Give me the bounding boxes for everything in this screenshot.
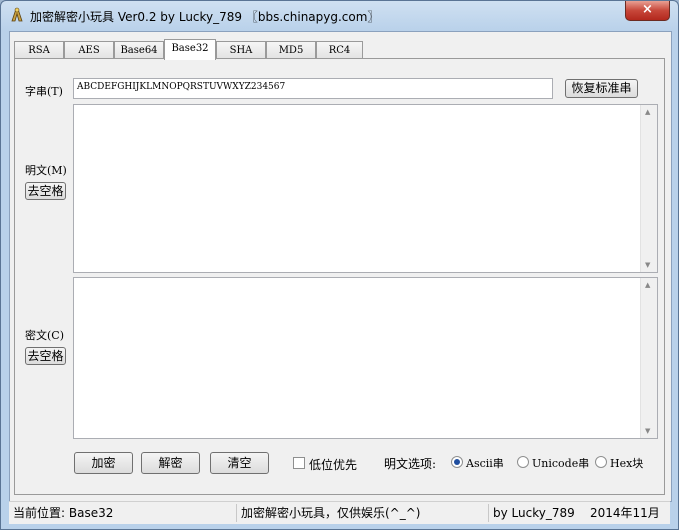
scroll-down-icon[interactable]: ▼ bbox=[645, 427, 650, 435]
plain-options-label: 明文选项: bbox=[384, 457, 437, 471]
ciphertext-textarea[interactable]: ▲ ▼ bbox=[73, 277, 658, 439]
scroll-up-icon[interactable]: ▲ bbox=[645, 108, 650, 116]
plaintext-scrollbar[interactable]: ▲ ▼ bbox=[640, 105, 657, 272]
ciphertext-strip-spaces-button[interactable]: 去空格 bbox=[25, 347, 66, 365]
client-area: RSA AES Base64 Base32 SHA MD5 RC4 字串(T) … bbox=[9, 31, 672, 502]
hex-radio-label[interactable]: Hex块 bbox=[610, 455, 643, 471]
tab-label: Base64 bbox=[120, 45, 158, 56]
tab-aes[interactable]: AES bbox=[64, 41, 114, 59]
base32-panel: 字串(T) ABCDEFGHIJKLMNOPQRSTUVWXYZ234567 恢… bbox=[14, 58, 665, 495]
status-location: 当前位置: Base32 bbox=[9, 504, 237, 522]
tab-base32[interactable]: Base32 bbox=[164, 39, 216, 60]
radio-selected-dot bbox=[454, 459, 460, 465]
encrypt-button[interactable]: 加密 bbox=[74, 452, 133, 474]
tab-label: SHA bbox=[229, 45, 253, 56]
ascii-radio[interactable] bbox=[451, 456, 463, 468]
tab-md5[interactable]: MD5 bbox=[266, 41, 316, 59]
close-icon: × bbox=[642, 2, 653, 17]
ciphertext-scrollbar[interactable]: ▲ ▼ bbox=[640, 278, 657, 438]
restore-standard-button[interactable]: 恢复标准串 bbox=[565, 79, 638, 98]
tab-label: MD5 bbox=[278, 45, 304, 56]
tab-rsa[interactable]: RSA bbox=[14, 41, 64, 59]
clear-button[interactable]: 清空 bbox=[210, 452, 269, 474]
scroll-down-icon[interactable]: ▼ bbox=[645, 261, 650, 269]
decrypt-button[interactable]: 解密 bbox=[141, 452, 200, 474]
low-bit-first-checkbox[interactable] bbox=[293, 457, 305, 469]
ascii-radio-label[interactable]: Ascii串 bbox=[466, 455, 504, 471]
scroll-up-icon[interactable]: ▲ bbox=[645, 281, 650, 289]
charset-value: ABCDEFGHIJKLMNOPQRSTUVWXYZ234567 bbox=[77, 82, 286, 92]
tab-label: RSA bbox=[28, 45, 50, 56]
unicode-radio[interactable] bbox=[517, 456, 529, 468]
charset-input[interactable]: ABCDEFGHIJKLMNOPQRSTUVWXYZ234567 bbox=[73, 78, 553, 99]
tab-label: RC4 bbox=[328, 45, 351, 56]
title-bar[interactable]: 加密解密小玩具 Ver0.2 by Lucky_789 〖bbs.chinapy… bbox=[1, 1, 678, 31]
plaintext-strip-spaces-button[interactable]: 去空格 bbox=[25, 182, 66, 200]
close-button[interactable]: × bbox=[625, 1, 670, 21]
status-message: 加密解密小玩具，仅供娱乐(^_^) bbox=[237, 504, 489, 522]
app-window: 加密解密小玩具 Ver0.2 by Lucky_789 〖bbs.chinapy… bbox=[0, 0, 679, 530]
plaintext-textarea[interactable]: ▲ ▼ bbox=[73, 104, 658, 273]
tab-rc4[interactable]: RC4 bbox=[316, 41, 363, 59]
status-author-date: by Lucky_789 2014年11月 bbox=[493, 506, 660, 520]
tab-sha[interactable]: SHA bbox=[216, 41, 266, 59]
hex-radio[interactable] bbox=[595, 456, 607, 468]
tab-base64[interactable]: Base64 bbox=[114, 41, 164, 59]
window-title: 加密解密小玩具 Ver0.2 by Lucky_789 〖bbs.chinapy… bbox=[30, 10, 380, 24]
unicode-radio-label[interactable]: Unicode串 bbox=[532, 455, 589, 471]
status-bar: 当前位置: Base32 加密解密小玩具，仅供娱乐(^_^) by Lucky_… bbox=[9, 501, 670, 524]
low-bit-first-label[interactable]: 低位优先 bbox=[309, 456, 357, 473]
app-icon bbox=[11, 7, 23, 22]
ciphertext-label: 密文(C) bbox=[25, 329, 64, 342]
charset-label: 字串(T) bbox=[25, 85, 63, 98]
plaintext-label: 明文(M) bbox=[25, 164, 67, 177]
tab-label: Base32 bbox=[171, 43, 209, 54]
tab-label: AES bbox=[78, 45, 100, 56]
